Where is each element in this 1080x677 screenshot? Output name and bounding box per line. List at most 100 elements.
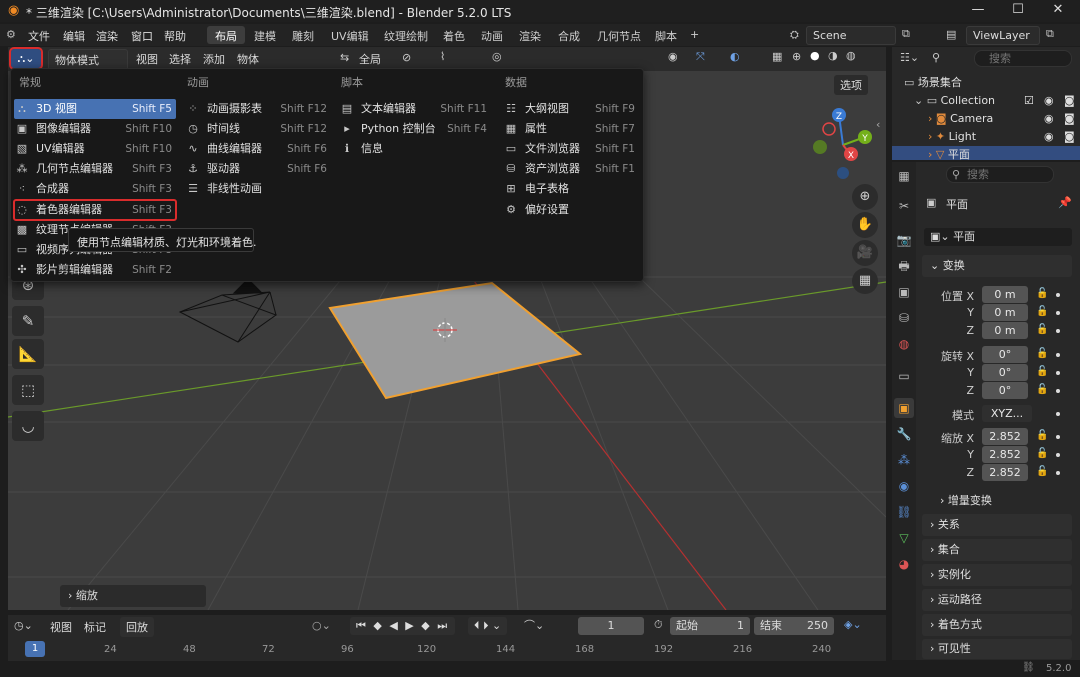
timeline-editor-type-icon[interactable]: ◷⌄ <box>14 619 33 632</box>
scale-x-field[interactable]: 2.852 <box>982 428 1028 445</box>
menu-item-geometry-nodes[interactable]: ⁂ 几何节点编辑器 Shift F3 <box>14 159 176 179</box>
modifier-tab-icon[interactable]: 🔧 <box>894 424 914 444</box>
lock-icon[interactable]: 🔓 <box>1036 366 1048 377</box>
location-x-field[interactable]: 0 m <box>982 286 1028 303</box>
keyframe-dot-icon[interactable] <box>1056 329 1060 333</box>
particles-tab-icon[interactable]: ⁂ <box>894 450 914 470</box>
playback-controls[interactable]: ⏮ ◆ ◀ ▶ ◆ ⏭ <box>350 617 456 635</box>
camera-toggle-icon[interactable]: ◙ <box>1064 110 1075 128</box>
solid-shading-icon[interactable]: ● <box>810 49 820 62</box>
snap-playhead-icon[interactable]: ⌒⌄ <box>524 617 544 633</box>
location-y-field[interactable]: 0 m <box>982 304 1028 321</box>
menu-item-python-console[interactable]: ▸ Python 控制台 Shift F4 <box>339 119 491 139</box>
timeline-menu-marker[interactable]: 标记 <box>84 619 106 635</box>
motion-paths-section[interactable]: › 运动路径 <box>922 589 1072 611</box>
ortho-toggle-icon[interactable]: ▦ <box>852 268 878 294</box>
collection-tab-icon[interactable]: ▭ <box>894 366 914 386</box>
scale-z-field[interactable]: 2.852 <box>982 464 1028 481</box>
autokey-icon[interactable]: ○⌄ <box>312 619 331 632</box>
menu-view[interactable]: 视图 <box>136 51 158 67</box>
object-tab-icon[interactable]: ▣ <box>894 398 914 418</box>
filter-icon[interactable]: ⚲ <box>932 51 940 64</box>
menu-item-info[interactable]: ℹ 信息 <box>339 139 491 159</box>
gizmo-neg-y-icon[interactable] <box>813 140 827 154</box>
output-tab-icon[interactable]: 🖶 <box>894 256 914 276</box>
menu-file[interactable]: 文件 <box>28 28 50 44</box>
scene-selector[interactable]: Scene <box>806 26 896 45</box>
pivot-icon[interactable]: ⊘ <box>402 51 411 64</box>
curve-tool-icon[interactable]: ◡ <box>12 411 44 441</box>
maximize-button[interactable]: ☐ <box>998 2 1038 20</box>
rotation-y-field[interactable]: 0° <box>982 364 1028 381</box>
delta-transform-subpanel[interactable]: › 增量变换 <box>940 492 992 508</box>
tab-layout[interactable]: 布局 <box>207 26 245 44</box>
tab-scripting[interactable]: 脚本 <box>655 26 677 44</box>
snap-icon[interactable]: ⌇ <box>440 50 445 63</box>
lock-icon[interactable]: 🔓 <box>1036 288 1048 299</box>
properties-display-icon[interactable]: ▦ <box>894 166 914 186</box>
menu-help[interactable]: 帮助 <box>164 28 186 44</box>
camera-toggle-icon[interactable]: ◙ <box>1064 92 1075 110</box>
overlay-toggle-icon[interactable]: ◐ <box>730 50 740 63</box>
menu-window[interactable]: 窗口 <box>131 28 153 44</box>
scene-tab-icon[interactable]: ⛁ <box>894 308 914 328</box>
blender-menu-icon[interactable]: ⚙ <box>6 28 16 41</box>
menu-item-uv-editor[interactable]: ▧ UV编辑器 Shift F10 <box>14 139 176 159</box>
keyframe-dot-icon[interactable] <box>1056 293 1060 297</box>
annotate-tool-icon[interactable]: ✎ <box>12 306 44 336</box>
eye-icon[interactable]: ◉ <box>1044 128 1054 146</box>
lock-icon[interactable]: 🔓 <box>1036 306 1048 317</box>
pan-icon[interactable]: ✋ <box>852 212 878 238</box>
keyframe-dot-icon[interactable] <box>1056 353 1060 357</box>
keyframe-dot-icon[interactable] <box>1056 453 1060 457</box>
add-workspace-button[interactable]: + <box>690 26 699 44</box>
pin-icon[interactable]: 📌 <box>1058 196 1072 209</box>
menu-item-movie-clip[interactable]: ✣ 影片剪辑编辑器 Shift F2 <box>14 260 176 280</box>
rendered-shading-icon[interactable]: ◍ <box>846 49 856 62</box>
menu-item-timeline[interactable]: ◷ 时间线 Shift F12 <box>185 119 331 139</box>
keyframe-jump-buttons[interactable]: ⏴ ⏵ ⌄ <box>468 617 508 635</box>
outliner-object-plane[interactable]: › ▽ 平面 <box>892 146 1080 160</box>
view-layer-selector[interactable]: ViewLayer <box>966 26 1040 45</box>
eye-icon[interactable]: ◉ <box>1044 92 1054 110</box>
last-operation-panel[interactable]: › 缩放 <box>60 585 206 607</box>
lock-icon[interactable]: 🔓 <box>1036 430 1048 441</box>
properties-search-input[interactable] <box>946 166 1054 183</box>
scale-y-field[interactable]: 2.852 <box>982 446 1028 463</box>
keyframe-dot-icon[interactable] <box>1056 371 1060 375</box>
measure-tool-icon[interactable]: 📐 <box>12 339 44 369</box>
start-frame-field[interactable]: 起始 1 <box>670 617 750 635</box>
collections-section[interactable]: › 集合 <box>922 539 1072 561</box>
menu-item-dope-sheet[interactable]: ⁘ 动画摄影表 Shift F12 <box>185 99 331 119</box>
menu-item-drivers[interactable]: ⚓ 驱动器 Shift F6 <box>185 159 331 179</box>
plane-object[interactable] <box>328 281 583 400</box>
tab-modeling[interactable]: 建模 <box>254 26 276 44</box>
tab-rendering[interactable]: 渲染 <box>519 26 541 44</box>
sidebar-toggle-icon[interactable]: ‹ <box>876 118 880 131</box>
checkbox-icon[interactable]: ☑ <box>1024 92 1034 110</box>
collection-row[interactable]: ⌄ ▭ Collection ☑ ◉ ◙ <box>914 92 1080 110</box>
relations-section[interactable]: › 关系 <box>922 514 1072 536</box>
menu-item-graph-editor[interactable]: ∿ 曲线编辑器 Shift F6 <box>185 139 331 159</box>
menu-item-image-editor[interactable]: ▣ 图像编辑器 Shift F10 <box>14 119 176 139</box>
tab-uv-editing[interactable]: UV编辑 <box>331 26 369 44</box>
keyframe-dot-icon[interactable] <box>1056 412 1060 416</box>
keyframe-dot-icon[interactable] <box>1056 311 1060 315</box>
view-layer-tab-icon[interactable]: ▣ <box>894 282 914 302</box>
world-tab-icon[interactable]: ◍ <box>894 334 914 354</box>
menu-item-nla[interactable]: ☰ 非线性动画 <box>185 179 331 199</box>
outliner-display-icon[interactable]: ☷⌄ <box>900 51 919 64</box>
menu-item-3d-viewport[interactable]: ⛬ 3D 视图 Shift F5 <box>14 99 176 119</box>
tab-texture-paint[interactable]: 纹理绘制 <box>384 26 428 44</box>
visibility-section[interactable]: › 可见性 <box>922 639 1072 659</box>
camera-toggle-icon[interactable]: ◙ <box>1064 128 1075 146</box>
lock-icon[interactable]: 🔓 <box>1036 384 1048 395</box>
camera-view-icon[interactable]: 🎥 <box>852 240 878 266</box>
menu-item-shader-editor[interactable]: ◌ 着色器编辑器 Shift F3 <box>13 199 177 221</box>
instancing-section[interactable]: › 实例化 <box>922 564 1072 586</box>
rotation-z-field[interactable]: 0° <box>982 382 1028 399</box>
close-window-button[interactable]: ✕ <box>1038 2 1078 20</box>
add-cube-tool-icon[interactable]: ⬚ <box>12 375 44 405</box>
keyframe-dot-icon[interactable] <box>1056 389 1060 393</box>
keyframe-dot-icon[interactable] <box>1056 435 1060 439</box>
